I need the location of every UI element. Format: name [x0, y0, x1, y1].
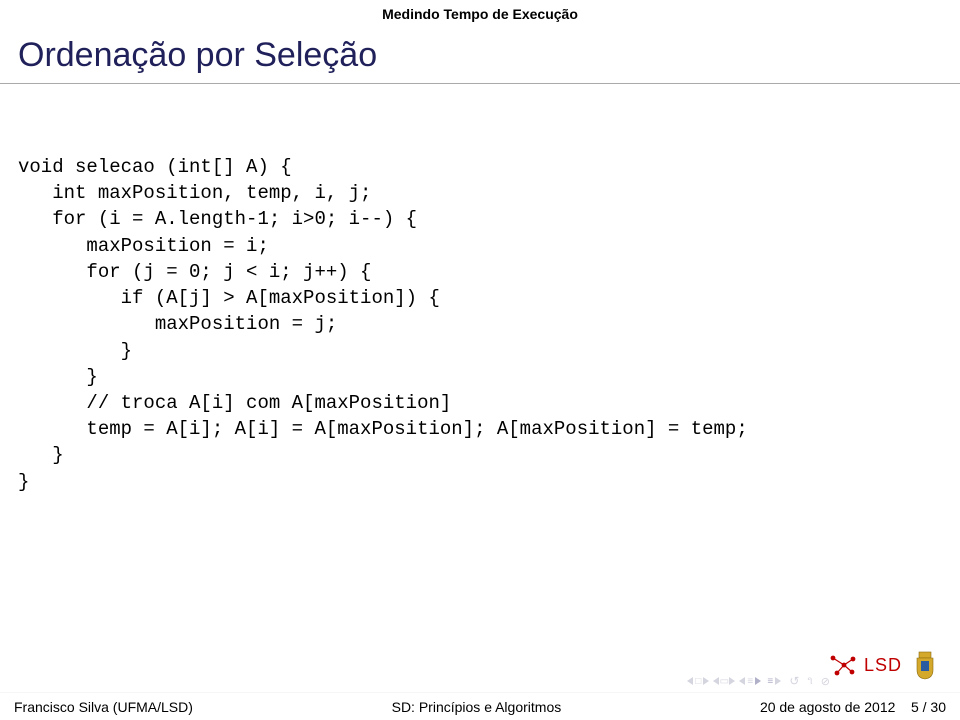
footer-author: Francisco Silva (UFMA/LSD)	[14, 699, 193, 715]
logo-area: LSD	[828, 650, 938, 680]
nav-goto-icon[interactable]: ⊘	[821, 675, 830, 688]
footer-page: 5 / 30	[911, 699, 946, 715]
footer-date: 20 de agosto de 2012	[760, 699, 895, 715]
ufma-crest-icon	[912, 650, 938, 680]
nav-back-forward-icon[interactable]: ↺	[789, 674, 799, 688]
content-area: void selecao (int[] A) { int maxPosition…	[0, 84, 960, 495]
lsd-label: LSD	[864, 655, 902, 676]
beamer-nav: □ ▭ ≡ ≡ ↺ ૧ ⊘	[687, 674, 830, 688]
nav-search-icon[interactable]: ૧	[807, 675, 812, 688]
footer-bar: Francisco Silva (UFMA/LSD) SD: Princípio…	[0, 692, 960, 720]
nav-section-prev-next[interactable]: ≡	[739, 676, 761, 687]
code-block: void selecao (int[] A) { int maxPosition…	[18, 154, 942, 495]
slide-header: Medindo Tempo de Execução Ordenação por …	[0, 0, 960, 84]
slide-title: Ordenação por Seleção	[18, 36, 942, 75]
title-bar: Ordenação por Seleção	[0, 26, 960, 84]
lsd-logo: LSD	[828, 652, 902, 678]
footer-course: SD: Princípios e Algoritmos	[193, 699, 760, 715]
section-heading: Medindo Tempo de Execução	[0, 0, 960, 26]
lsd-graph-icon	[828, 652, 858, 678]
nav-slide-prev-next[interactable]: □	[687, 676, 709, 687]
nav-frame-prev-next[interactable]: ▭	[713, 676, 735, 687]
footer-date-page: 20 de agosto de 2012 5 / 30	[760, 699, 946, 715]
nav-subsection-prev-next[interactable]: ≡	[765, 676, 781, 687]
